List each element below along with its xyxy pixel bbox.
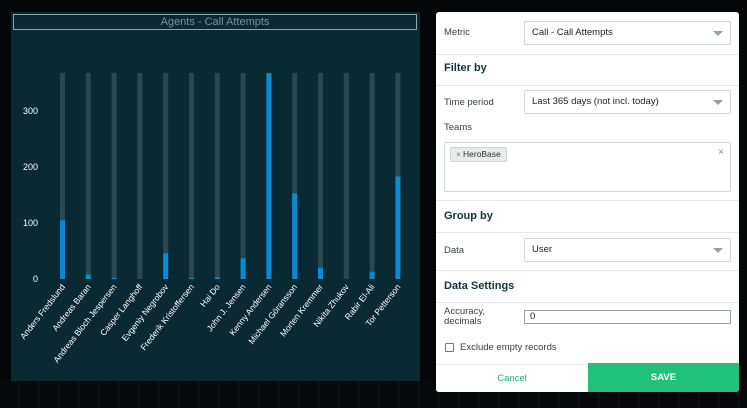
time-period-label: Time period [444,97,494,108]
x-tick-label: Anders Fredslund [18,282,67,341]
cancel-button[interactable]: Cancel [436,364,588,392]
metric-select-value: Call - Call Attempts [532,27,613,38]
bar-track [163,72,169,279]
bar-track [240,72,246,279]
group-by-heading: Group by [444,210,493,222]
bar[interactable] [214,277,220,279]
data-settings-heading: Data Settings [444,280,515,292]
bar[interactable] [318,267,323,279]
bar-track [111,72,117,279]
exclude-empty-checkbox[interactable] [445,343,454,352]
data-label: Data [444,245,465,256]
bar[interactable] [266,72,272,279]
bar[interactable] [60,220,65,279]
team-tag-label: HeroBase [462,149,501,159]
teams-multiselect[interactable]: × HeroBase × [444,142,731,192]
bar-track [214,72,220,279]
bar-track [369,72,375,279]
chevron-down-icon [713,248,723,253]
divider [436,302,739,303]
accuracy-label: Accuracy, decimals [444,307,485,327]
y-tick-label: 300 [23,106,38,116]
bar-track [85,72,91,279]
filter-by-heading: Filter by [444,62,487,74]
time-period-select-value: Last 365 days (not incl. today) [532,96,659,107]
filter-panel: Metric Call - Call Attempts Filter by Ti… [436,12,739,392]
group-by-data-select[interactable]: User [524,238,731,262]
metric-select[interactable]: Call - Call Attempts [524,21,731,45]
bar-track [189,72,194,279]
divider [436,85,739,86]
save-button[interactable]: SAVE [588,363,739,392]
bar-track [343,72,349,279]
bar[interactable] [85,274,91,279]
bar[interactable] [369,271,375,279]
bar[interactable] [292,193,298,279]
bar[interactable] [111,277,117,279]
accuracy-label-line2: decimals [444,316,482,327]
bar[interactable] [189,277,194,279]
divider [436,232,739,233]
clear-icon[interactable]: × [718,147,724,158]
tag-remove-icon[interactable]: × [456,149,461,159]
bar-chart: 0100200300Anders FredslundAndreas BaranA… [18,72,403,365]
x-tick-label: Evgeniy Negrobov [120,281,171,342]
divider [436,270,739,271]
x-tick-label: Hai Do [198,282,222,309]
metric-label: Metric [444,27,470,38]
chart-title: Agents - Call Attempts [13,14,417,30]
teams-label: Teams [444,122,472,133]
exclude-empty-label: Exclude empty records [460,342,557,353]
accuracy-input[interactable]: 0 [524,310,731,324]
time-period-select[interactable]: Last 365 days (not incl. today) [524,90,731,114]
bar[interactable] [395,176,401,279]
chart-panel: 0 100 200 300 Anders Fredslund Andreas Baran A… [11,12,420,381]
divider [436,54,739,55]
divider [436,200,739,201]
y-tick-label: 100 [23,218,38,228]
bar[interactable] [240,258,246,279]
group-by-data-value: User [532,244,553,255]
chevron-down-icon [713,100,723,105]
y-tick-label: 200 [23,162,38,172]
team-tag: × HeroBase [450,147,507,162]
y-tick-label: 0 [33,274,38,284]
bar-track [137,72,143,279]
chevron-down-icon [713,31,723,36]
bar-track [318,72,323,279]
bar[interactable] [163,253,169,279]
